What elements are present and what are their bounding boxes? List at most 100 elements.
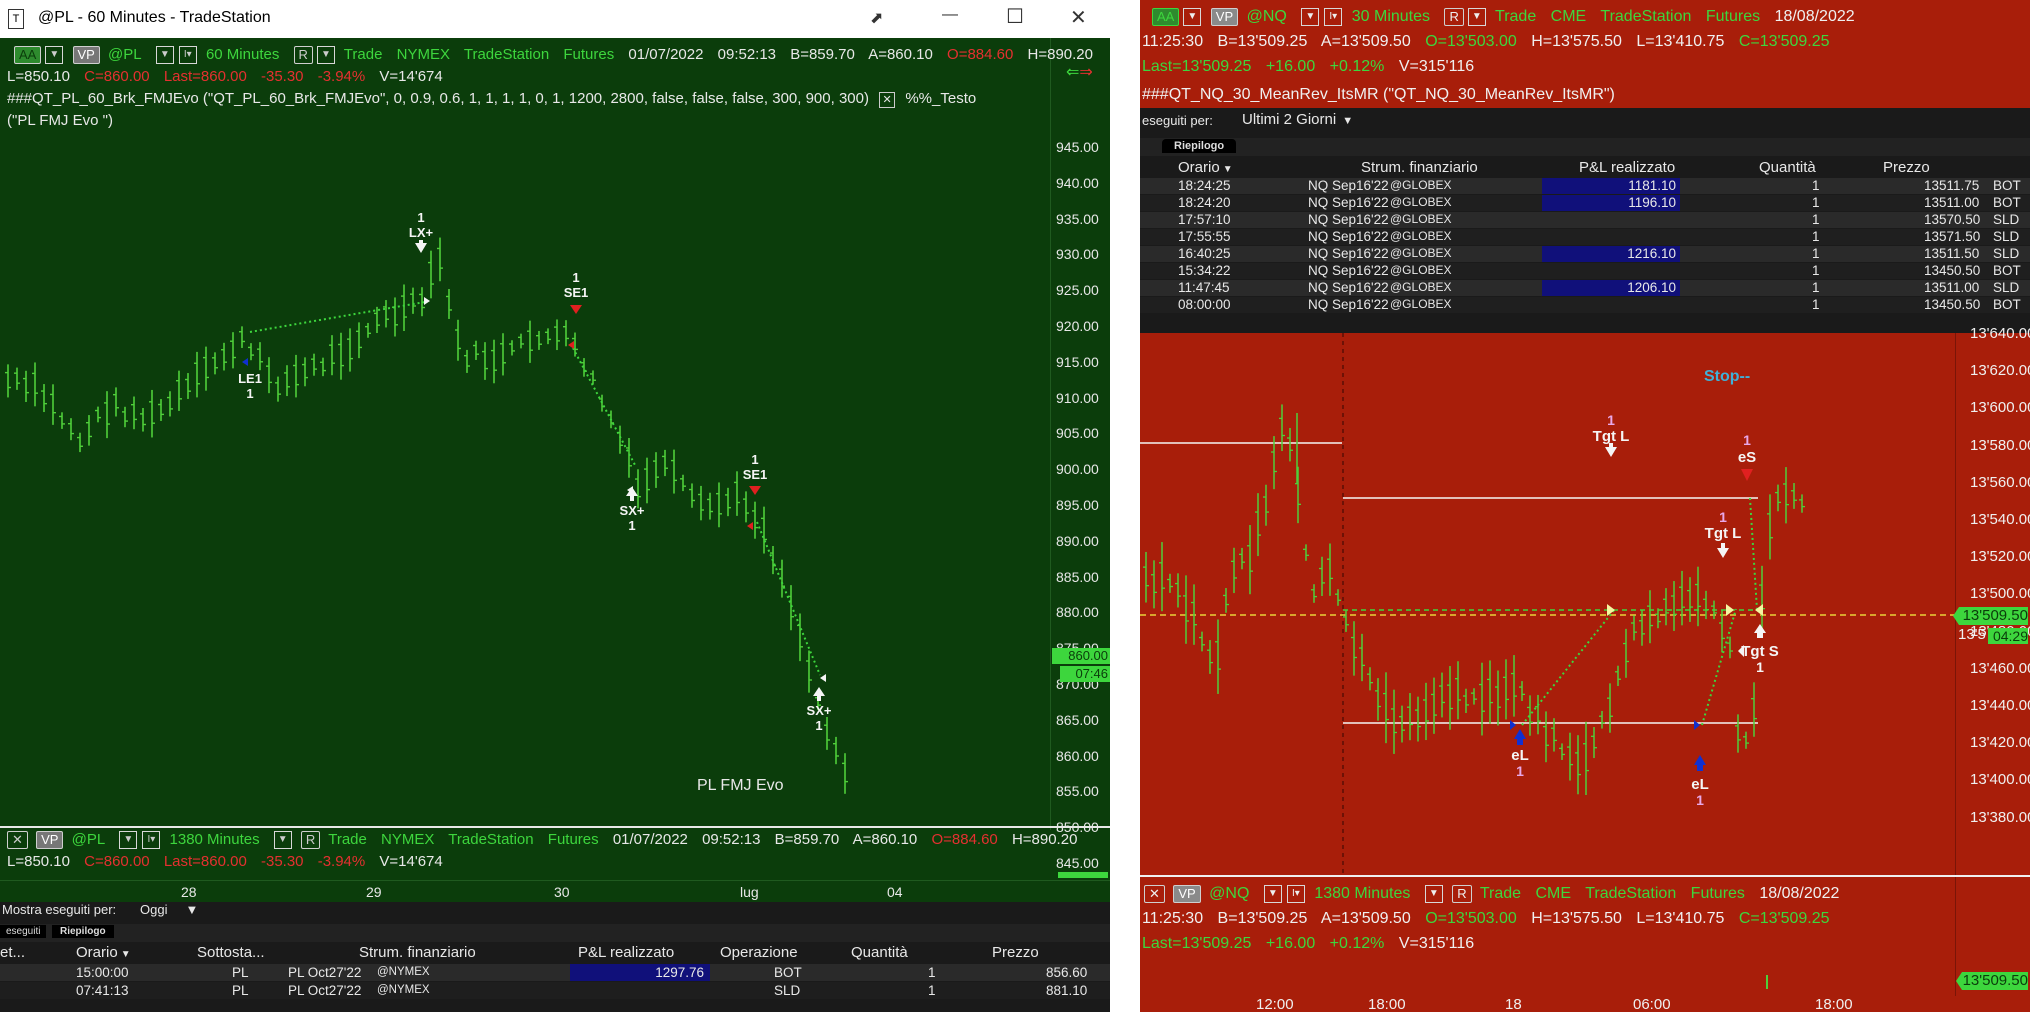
chevron-down-icon[interactable]: ▼ <box>185 902 198 917</box>
col-header[interactable]: Orario ▼ <box>76 944 131 961</box>
interval-label-2[interactable]: 1380 Minutes <box>170 831 260 848</box>
subchart-axis-tag <box>1058 872 1108 878</box>
minimize-button[interactable]: — <box>942 6 958 24</box>
table-row[interactable]: 17:57:10 NQ Sep16'22 @GLOBEX 1 13570.50 SLD <box>1140 212 2030 228</box>
chevron-down-icon[interactable]: ▼ <box>273 831 292 850</box>
symbol-label[interactable]: @PL <box>108 46 142 63</box>
entry-arrow-icon <box>1741 469 1753 481</box>
trade-label-2: Trade <box>1479 885 1522 903</box>
left-price-chart[interactable]: LE111LX+1SE1SX+11SE1SX+1 <box>0 130 1050 830</box>
orders-filter-select[interactable]: Ultimi 2 Giorni ▼ <box>1242 111 1353 128</box>
interval-bar-icon[interactable]: I▾ <box>1286 885 1305 903</box>
price-tick: 890.00 <box>1056 532 1099 549</box>
right-subchart-header-2: 11:25:30 B=13'509.25 A=13'509.50 O=13'50… <box>1142 910 1840 928</box>
symbol-label-2[interactable]: @NQ <box>1209 885 1249 902</box>
chevron-down-icon[interactable]: ▼ <box>1183 8 1202 26</box>
price-tick: 13'500.00 <box>1970 585 2030 603</box>
aa-button[interactable]: AA <box>14 46 42 65</box>
type-label-2: Futures <box>1690 885 1745 903</box>
right-subchart[interactable]: ✕ VP @NQ ▼ I▾ 1380 Minutes ▼ R Trade CME … <box>1140 875 2030 998</box>
close-subchart-button[interactable]: ✕ <box>7 831 28 850</box>
r-button-2[interactable]: R <box>1452 885 1472 903</box>
tab-eseguiti[interactable]: eseguiti <box>0 925 47 938</box>
marker-label: SE1 <box>564 285 589 300</box>
tab-riepilogo[interactable]: Riepilogo <box>52 925 114 938</box>
col-header[interactable]: Strum. finanziario <box>359 944 476 961</box>
chevron-down-icon[interactable]: ▼ <box>1301 8 1320 26</box>
close-label-2: C=860.00 <box>84 853 150 870</box>
r-button[interactable]: R <box>1444 8 1464 26</box>
chevron-down-icon[interactable]: ▼ <box>45 46 64 65</box>
row-pnl: 1181.10 <box>1542 178 1680 194</box>
last-label-2: Last=13'509.25 <box>1142 935 1252 952</box>
row-operation: SLD <box>1993 280 2020 295</box>
col-header[interactable]: Operazione <box>720 944 798 961</box>
col-header[interactable]: P&L realizzato <box>578 944 674 961</box>
price-tick: 865.00 <box>1056 711 1099 728</box>
col-header[interactable]: et... <box>0 944 25 961</box>
r-button-2[interactable]: R <box>300 831 321 850</box>
table-row[interactable]: 18:24:25 NQ Sep16'22 @GLOBEX 1181.10 1 13511.… <box>1140 178 2030 194</box>
maximize-button[interactable]: ☐ <box>1006 4 1024 29</box>
date-tick: 04 <box>887 884 903 900</box>
subgraph-divider[interactable] <box>0 826 1110 828</box>
chevron-down-icon[interactable]: ▼ <box>1424 885 1443 903</box>
chevron-down-icon[interactable]: ▼ <box>316 46 335 65</box>
entry-flag-icon <box>1510 720 1516 730</box>
table-row[interactable]: 08:00:00 NQ Sep16'22 @GLOBEX 1 13450.50 BOT <box>1140 297 2030 313</box>
col-header[interactable]: Quantità <box>851 944 908 961</box>
interval-bar-icon[interactable]: I▾ <box>142 831 161 850</box>
marker-count: 1 <box>1696 792 1704 808</box>
orders-filter-select[interactable]: Oggi ▼ <box>140 902 198 917</box>
table-row[interactable]: 16:40:25 NQ Sep16'22 @GLOBEX 1216.10 1 13511.… <box>1140 246 2030 262</box>
aa-button[interactable]: AA <box>1152 8 1180 26</box>
row-operation: BOT <box>774 965 802 980</box>
right-price-chart[interactable]: 1Tgt L1Tgt L1eSTgt S1eL1eL1 <box>1140 333 1955 875</box>
vp-button-2[interactable]: VP <box>1173 885 1201 903</box>
chevron-down-icon[interactable]: ▼ <box>119 831 138 850</box>
r-button[interactable]: R <box>293 46 313 65</box>
ask-label: A=860.10 <box>868 46 933 63</box>
table-row[interactable]: 11:47:45 NQ Sep16'22 @GLOBEX 1206.10 1 13511.… <box>1140 280 2030 296</box>
chevron-down-icon[interactable]: ▼ <box>155 46 174 65</box>
table-row[interactable]: 15:34:22 NQ Sep16'22 @GLOBEX 1 13450.50 BOT <box>1140 263 2030 279</box>
vp-button[interactable]: VP <box>1210 8 1239 26</box>
col-header[interactable]: Orario ▼ <box>1178 159 1233 176</box>
low-label-2: L=13'410.75 <box>1636 910 1725 927</box>
col-header[interactable]: Quantità <box>1759 159 1816 176</box>
row-instrument: NQ Sep16'22 <box>1308 263 1389 278</box>
table-row[interactable]: 17:55:55 NQ Sep16'22 @GLOBEX 1 13571.50 SLD <box>1140 229 2030 245</box>
row-exchange: @GLOBEX <box>1390 263 1452 277</box>
trade-line <box>572 347 636 466</box>
col-header[interactable]: Prezzo <box>1883 159 1930 176</box>
entry-flag-icon <box>747 522 753 530</box>
interval-bar-icon[interactable]: I▾ <box>1324 8 1343 26</box>
chevron-down-icon[interactable]: ▼ <box>1467 8 1486 26</box>
chevron-down-icon[interactable]: ▼ <box>1263 885 1282 903</box>
symbol-label-2[interactable]: @PL <box>72 831 106 848</box>
interval-label[interactable]: 60 Minutes <box>206 46 279 63</box>
col-header[interactable]: Prezzo <box>992 944 1039 961</box>
strategy-line: ###QT_NQ_30_MeanRev_ItsMR ("QT_NQ_30_Mea… <box>1142 86 1615 103</box>
col-header[interactable]: Sottosta... <box>197 944 265 961</box>
restore-tile-icon[interactable]: ⬈ <box>870 8 883 28</box>
table-row[interactable]: 18:24:20 NQ Sep16'22 @GLOBEX 1196.10 1 13511.… <box>1140 195 2030 211</box>
bid-label-2: B=13'509.25 <box>1217 910 1308 927</box>
col-header[interactable]: Strum. finanziario <box>1361 159 1478 176</box>
interval-label[interactable]: 30 Minutes <box>1352 8 1430 25</box>
price-tick: 935.00 <box>1056 210 1099 227</box>
symbol-label[interactable]: @NQ <box>1247 8 1287 25</box>
close-subchart-button[interactable]: ✕ <box>1144 885 1165 903</box>
interval-bar-icon[interactable]: I▾ <box>178 46 197 65</box>
col-header[interactable]: P&L realizzato <box>1579 159 1675 176</box>
table-row[interactable]: 07:41:13 PL PL Oct27'22 @NYMEX SLD 1 881… <box>0 982 1110 999</box>
price-tick: 845.00 <box>1056 855 1099 871</box>
tab-riepilogo[interactable]: Riepilogo <box>1162 139 1237 153</box>
vp-button[interactable]: VP <box>72 46 100 65</box>
exit-arrow-icon <box>813 687 825 701</box>
table-row[interactable]: 15:00:00 PL PL Oct27'22 @NYMEX 1297.76 B… <box>0 964 1110 981</box>
strategy-close-button[interactable]: ✕ <box>879 92 896 108</box>
price-tick: 855.00 <box>1056 783 1099 800</box>
interval-label-2[interactable]: 1380 Minutes <box>1314 885 1410 902</box>
vp-button-2[interactable]: VP <box>36 831 64 850</box>
